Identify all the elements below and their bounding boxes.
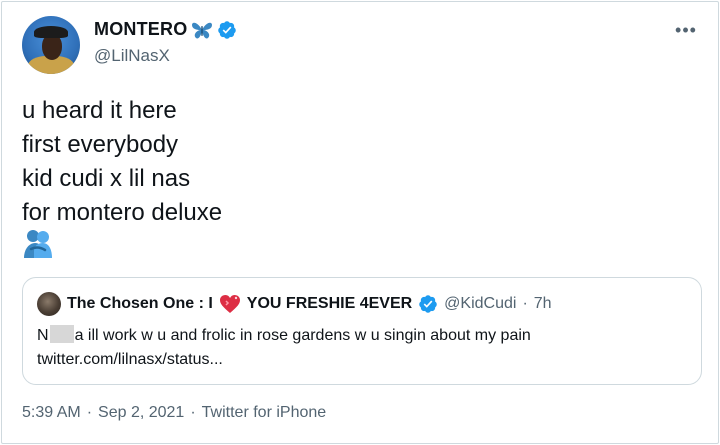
author-display-name[interactable]: MONTERO — [94, 19, 187, 40]
quoted-name-part1: The Chosen One : I — [67, 295, 213, 312]
more-options-button[interactable]: ••• — [672, 16, 700, 44]
tweet-date[interactable]: Sep 2, 2021 — [98, 404, 184, 422]
author-name-row[interactable]: MONTERO — [94, 19, 237, 40]
people-hugging-icon — [24, 230, 52, 258]
quoted-avatar[interactable] — [37, 292, 61, 316]
avatar[interactable] — [22, 16, 80, 74]
author-handle[interactable]: @LilNasX — [94, 46, 170, 66]
tweet-source[interactable]: Twitter for iPhone — [202, 404, 327, 422]
separator-dot: · — [190, 404, 196, 421]
quoted-tweet-header: The Chosen One : I YOU FRESHIE 4EVER @Ki… — [37, 292, 552, 316]
quoted-handle[interactable]: @KidCudi — [444, 295, 516, 313]
quoted-text-rest: a ill work w u and frolic in rose garden… — [74, 327, 531, 344]
tweet-line: kid cudi x lil nas — [22, 165, 191, 192]
tweet-metadata: 5:39 AM · Sep 2, 2021 · Twitter for iPho… — [22, 404, 326, 422]
tweet-card: MONTERO @LilNasX ••• u heard it here fir… — [1, 1, 719, 444]
tweet-text: u heard it here first everybody kid cudi… — [22, 94, 222, 230]
quoted-tweet-text: Na ill work w u and frolic in rose garde… — [37, 324, 531, 372]
tweet-time[interactable]: 5:39 AM — [22, 404, 81, 422]
quoted-timestamp[interactable]: 7h — [534, 295, 552, 313]
verified-badge-icon — [419, 295, 437, 313]
quoted-tweet[interactable]: The Chosen One : I YOU FRESHIE 4EVER @Ki… — [22, 277, 702, 385]
quoted-text-start: N — [37, 327, 49, 344]
quoted-link[interactable]: twitter.com/lilnasx/status... — [37, 348, 531, 372]
butterfly-icon — [192, 22, 213, 38]
verified-badge-icon — [218, 20, 237, 39]
quoted-display-name[interactable]: The Chosen One : I — [67, 295, 213, 313]
tweet-line: for montero deluxe — [22, 199, 223, 226]
separator-dot: · — [522, 295, 528, 312]
avatar-hat — [34, 26, 68, 38]
quoted-text-line: Na ill work w u and frolic in rose garde… — [37, 324, 531, 348]
tweet-line: first everybody — [22, 131, 179, 158]
quoted-name-part2[interactable]: YOU FRESHIE 4EVER — [247, 295, 412, 313]
separator-dot: · — [86, 404, 93, 421]
heart-icon — [219, 295, 240, 313]
redaction-block — [49, 325, 74, 343]
tweet-line: u heard it here — [22, 97, 177, 124]
